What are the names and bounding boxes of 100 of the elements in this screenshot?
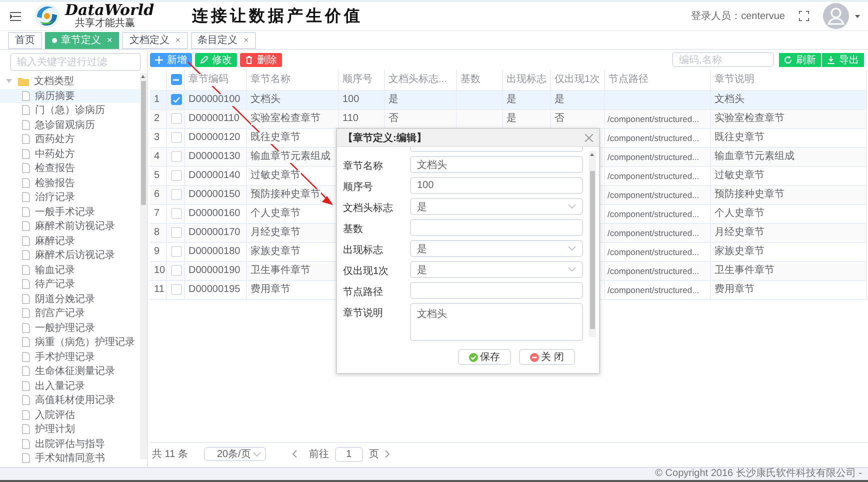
table-cell: D00000180 (188, 246, 240, 258)
close-button[interactable]: 关 闭 (519, 349, 575, 365)
fullscreen-icon[interactable] (799, 11, 809, 21)
previous-page-icon[interactable] (292, 450, 297, 458)
select-field[interactable]: 是 (410, 240, 583, 257)
checkbox[interactable] (170, 74, 182, 86)
check-circle-icon (469, 352, 478, 362)
column-header[interactable]: 章节编码 (188, 74, 228, 86)
scrollbar[interactable] (140, 73, 147, 459)
tree-item[interactable]: 治疗记录 (0, 190, 140, 204)
copyright: © Copyright 2016 长沙康氏软件科技有限公司 - (655, 469, 862, 479)
table-cell: 是 (554, 94, 564, 106)
column-header[interactable]: 顺序号 (342, 74, 372, 86)
tab[interactable]: 文档定义 × (122, 32, 188, 48)
table-cell: /component/structured... (608, 150, 700, 162)
table-cell: 费用章节 (714, 284, 754, 296)
tree-item[interactable]: 一般护理记录 (0, 320, 140, 335)
tree-item[interactable]: 病重（病危）护理记录 (0, 335, 140, 350)
tree-item[interactable]: 出院评估与指导 (0, 436, 140, 451)
text-area[interactable]: 文档头 (410, 303, 583, 341)
tree-item[interactable]: 病历摘要 (0, 88, 140, 103)
goto-label: 前往 (308, 448, 329, 461)
tree-item[interactable]: 一般手术记录 (0, 204, 140, 219)
tree-item[interactable]: 入院评估 (0, 408, 140, 422)
select-field[interactable]: 是 (410, 198, 583, 215)
table-cell: 卫生事件章节 (714, 264, 774, 276)
tree-item[interactable]: 待产记录 (0, 277, 140, 292)
column-header[interactable]: 基数 (460, 74, 480, 86)
table-cell: D00000110 (188, 112, 240, 124)
tree-item[interactable]: 手术知情同意书 (0, 451, 140, 466)
tree-item[interactable]: 麻醉记录 (0, 234, 140, 248)
menu-icon[interactable] (10, 12, 21, 20)
minus-icon (173, 78, 179, 81)
tree-item[interactable]: 急诊留观病历 (0, 118, 140, 132)
document-icon (22, 424, 30, 434)
page-size-select[interactable]: 20条/页 (204, 447, 266, 461)
input-field[interactable] (410, 219, 583, 236)
tree-item[interactable]: 手术护理记录 (0, 350, 140, 364)
document-icon (22, 221, 30, 232)
page-field[interactable]: 1 (334, 446, 363, 462)
table-cell: 卫生事件章节 (250, 264, 310, 276)
table-cell: 个人史章节 (250, 208, 300, 220)
table-cell: 否 (554, 112, 564, 124)
document-icon (22, 438, 30, 449)
tree-item[interactable]: 文档类型 (0, 74, 140, 88)
tree-item[interactable]: 剖宫产记录 (0, 306, 140, 320)
column-header[interactable]: 出现标志 (506, 74, 546, 86)
delete-button[interactable]: 删除 (240, 52, 282, 66)
input-field[interactable]: 文档头 (410, 156, 583, 173)
table-cell: 否 (388, 112, 398, 124)
caret-icon[interactable] (855, 14, 860, 18)
tree-item[interactable]: 门（急）诊病历 (0, 103, 140, 118)
tree-item[interactable]: 检查报告 (0, 161, 140, 176)
column-header[interactable]: 节点路径 (608, 74, 648, 86)
avatar-icon[interactable] (823, 3, 849, 29)
tab[interactable]: 首页 (8, 32, 42, 48)
tree-item[interactable]: 阴道分娩记录 (0, 292, 140, 306)
table-cell: 月经史章节 (714, 226, 764, 238)
column-header[interactable]: 章节说明 (714, 74, 754, 86)
tree-item[interactable]: 护理计划 (0, 422, 140, 436)
column-header[interactable]: 仅出现1次 (554, 74, 600, 86)
row-number: 3 (154, 132, 160, 144)
folder-icon (18, 76, 29, 86)
checkbox[interactable] (170, 94, 182, 105)
document-icon (22, 453, 30, 464)
table-cell: D00000160 (188, 208, 240, 220)
close-icon[interactable] (585, 134, 593, 142)
input-field[interactable] (410, 282, 583, 299)
document-icon (22, 178, 30, 188)
document-icon (22, 250, 30, 260)
tree-item[interactable]: 输血记录 (0, 262, 140, 277)
tree-item[interactable]: 检验报告 (0, 176, 140, 190)
scrollbar[interactable] (589, 151, 596, 337)
table-cell: /component/structured... (608, 188, 700, 200)
table-cell: D00000195 (188, 284, 240, 296)
tree-item[interactable]: 高值耗材使用记录 (0, 393, 140, 408)
document-icon (22, 264, 30, 275)
next-page-icon[interactable] (384, 450, 390, 458)
tab[interactable]: 条目定义 × (190, 32, 256, 48)
input-field[interactable]: 100 (410, 177, 583, 194)
save-button[interactable]: 保存 (458, 349, 512, 365)
field-label: 章节名称 (343, 160, 384, 173)
table-cell: /component/structured... (608, 284, 700, 296)
tree-item[interactable]: 中药处方 (0, 146, 140, 161)
field-label: 顺序号 (343, 180, 374, 194)
collapse-caret-icon[interactable] (6, 78, 12, 84)
input-field[interactable] (410, 147, 583, 152)
tree-item[interactable]: 出入量记录 (0, 378, 140, 393)
document-icon (22, 120, 30, 130)
select-field[interactable]: 是 (410, 261, 583, 278)
column-header[interactable]: 文档头标志... (388, 74, 447, 86)
row-number: 8 (154, 226, 160, 238)
table-cell: 110 (342, 112, 358, 124)
column-header[interactable]: 章节名称 (250, 74, 290, 86)
tree-item[interactable]: 生命体征测量记录 (0, 364, 140, 378)
tree-item[interactable]: 麻醉术前访视记录 (0, 219, 140, 234)
table-cell: 预防接种史章节 (250, 188, 320, 200)
tree-item[interactable]: 麻醉术后访视记录 (0, 248, 140, 262)
table-cell: 过敏史章节 (714, 170, 764, 182)
tree-item[interactable]: 西药处方 (0, 132, 140, 146)
